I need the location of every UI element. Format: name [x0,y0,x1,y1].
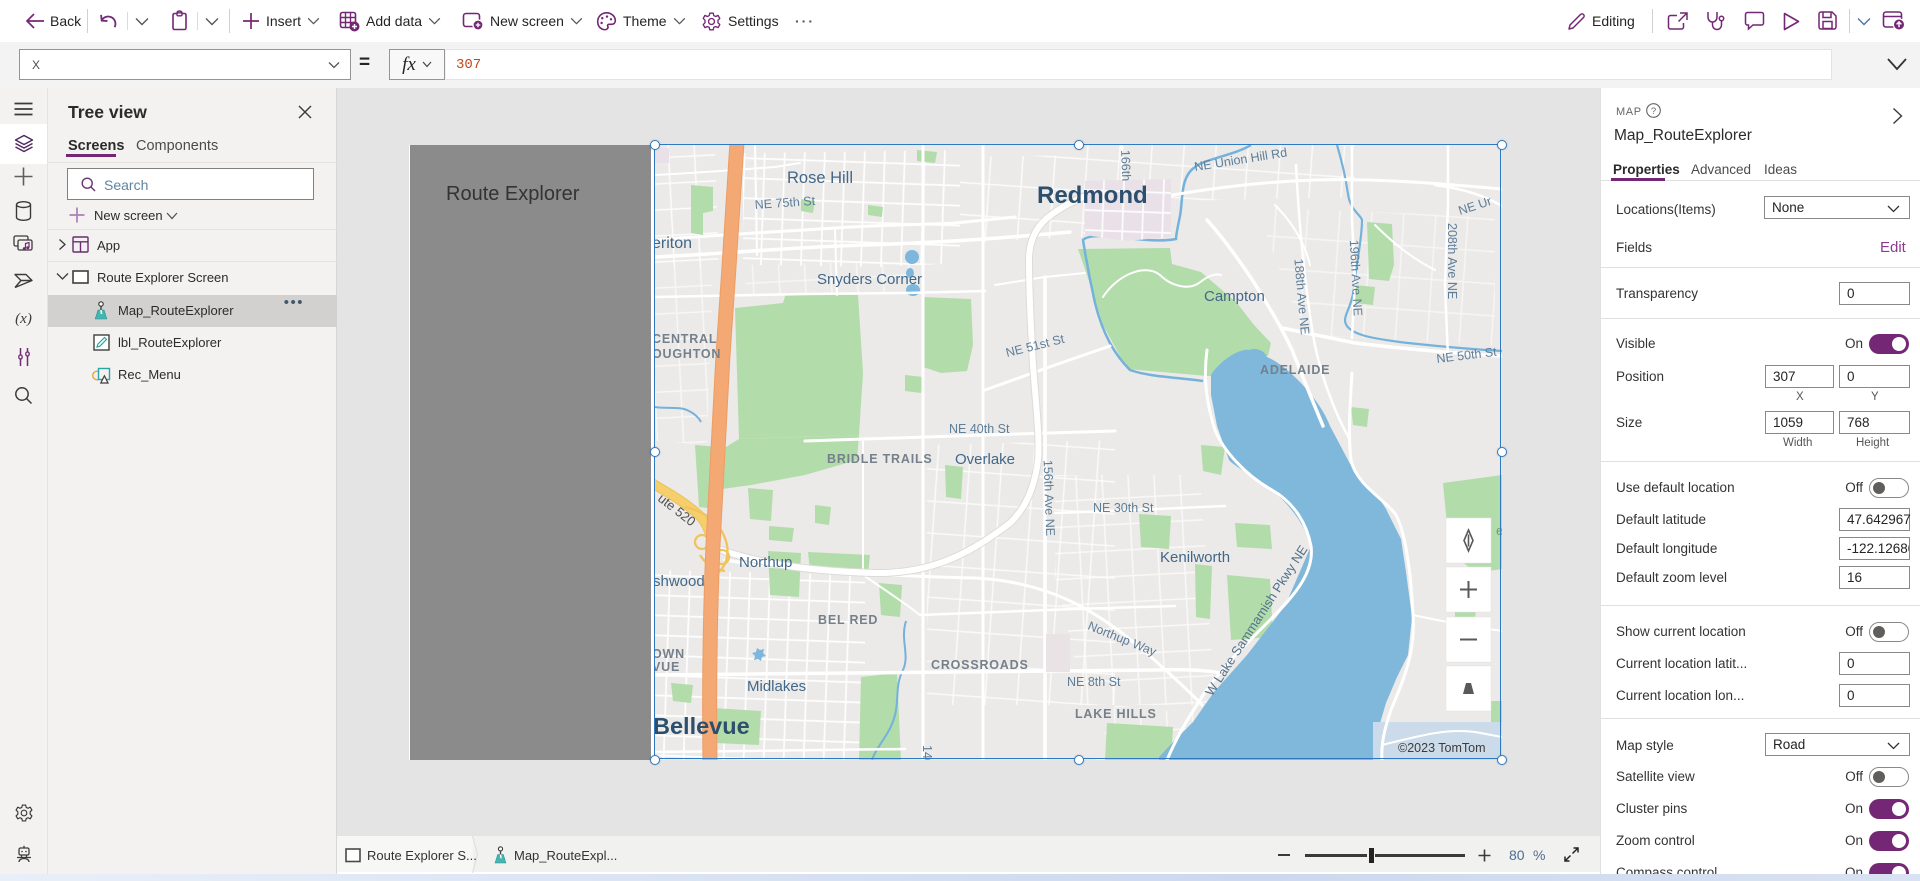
svg-text:Midlakes: Midlakes [747,678,806,695]
svg-text:166th: 166th [1118,150,1133,182]
svg-text:ADELAIDE: ADELAIDE [1260,363,1330,377]
svg-text:CROSSROADS: CROSSROADS [931,658,1029,672]
svg-text:eriton: eriton [655,235,692,252]
svg-text:©2023 TomTom: ©2023 TomTom [1398,741,1486,755]
svg-text:Campton: Campton [1204,288,1265,305]
svg-text:Redmond: Redmond [1037,182,1148,209]
svg-text:140: 140 [920,745,934,760]
svg-text:VUE: VUE [655,660,680,674]
svg-text:NE 40th St: NE 40th St [949,422,1010,436]
svg-text:Northup: Northup [739,554,792,571]
svg-text:LAKE HILLS: LAKE HILLS [1075,707,1157,721]
svg-text:Rose Hill: Rose Hill [787,169,853,187]
svg-text:CENTRAL: CENTRAL [655,332,717,346]
svg-text:156th Ave NE: 156th Ave NE [1041,460,1058,537]
svg-text:OUGHTON: OUGHTON [655,347,721,361]
svg-text:BRIDLE TRAILS: BRIDLE TRAILS [827,452,933,466]
svg-text:Snyders Corner: Snyders Corner [817,271,922,288]
svg-text:shwood: shwood [655,573,705,590]
svg-text:e: e [1496,523,1502,538]
svg-text:?: ? [1651,106,1656,117]
svg-text:Bellevue: Bellevue [655,713,750,739]
svg-text:NE 30th St: NE 30th St [1093,501,1154,515]
svg-text:BEL RED: BEL RED [818,613,878,627]
svg-text:208th Ave NE: 208th Ave NE [1445,223,1459,299]
svg-text:OWN: OWN [655,647,685,661]
svg-text:NE 8th St: NE 8th St [1067,675,1121,689]
svg-text:Overlake: Overlake [955,451,1015,468]
svg-text:Kenilworth: Kenilworth [1160,549,1230,566]
